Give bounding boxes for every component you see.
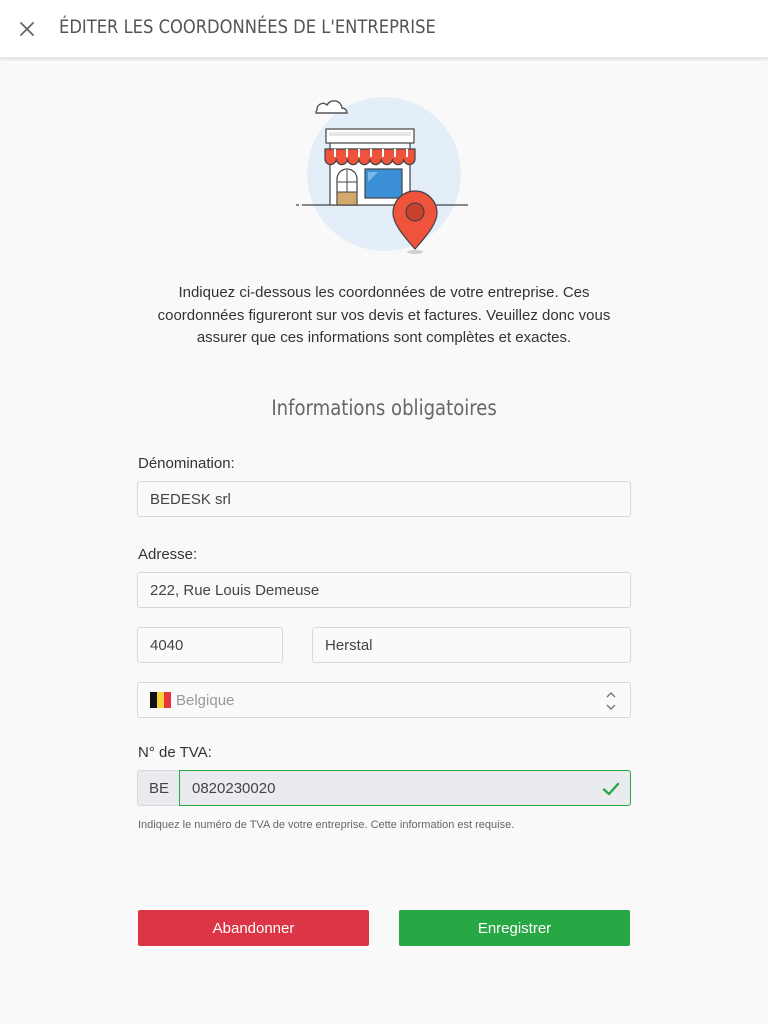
section-title-text: Informations obligatoires xyxy=(271,396,497,420)
cancel-button[interactable]: Abandonner xyxy=(138,910,369,946)
address-label: Adresse: xyxy=(138,546,198,563)
vat-label: N° de TVA: xyxy=(138,744,212,761)
country-select[interactable]: Belgique xyxy=(137,682,631,718)
denomination-value: BEDESK srl xyxy=(150,490,231,508)
chevron-up-down-icon xyxy=(606,692,616,710)
city-input[interactable]: Herstal xyxy=(312,627,631,663)
city-value: Herstal xyxy=(325,636,373,654)
street-input[interactable]: 222, Rue Louis Demeuse xyxy=(137,572,631,608)
intro-text: Indiquez ci-dessous les coordonnées de v… xyxy=(140,282,628,350)
country-value: Belgique xyxy=(176,691,235,709)
vat-value: 0820230020 xyxy=(192,779,276,797)
vat-help-text: Indiquez le numéro de TVA de votre entre… xyxy=(138,819,515,831)
belgium-flag-icon xyxy=(150,692,171,708)
denomination-label: Dénomination: xyxy=(138,455,235,472)
page-title: ÉDITER LES COORDONNÉES DE L'ENTREPRISE xyxy=(59,16,436,38)
top-bar: ÉDITER LES COORDONNÉES DE L'ENTREPRISE xyxy=(0,0,768,58)
postcode-value: 4040 xyxy=(150,636,184,654)
intro-line: Indiquez ci-dessous les coordonnées de v… xyxy=(178,284,590,301)
shop-location-illustration xyxy=(296,97,468,254)
close-icon xyxy=(20,22,34,36)
postcode-input[interactable]: 4040 xyxy=(137,627,283,663)
save-button[interactable]: Enregistrer xyxy=(399,910,630,946)
section-title: Informations obligatoires xyxy=(0,396,768,420)
check-icon xyxy=(602,782,620,796)
intro-line: assurer que ces informations sont complè… xyxy=(196,329,572,346)
intro-line: coordonnées figureront sur vos devis et … xyxy=(157,306,611,324)
close-button[interactable] xyxy=(14,16,40,42)
vat-input[interactable]: 0820230020 xyxy=(179,770,631,806)
street-value: 222, Rue Louis Demeuse xyxy=(150,581,320,599)
denomination-input[interactable]: BEDESK srl xyxy=(137,481,631,517)
vat-prefix: BE xyxy=(137,770,180,806)
